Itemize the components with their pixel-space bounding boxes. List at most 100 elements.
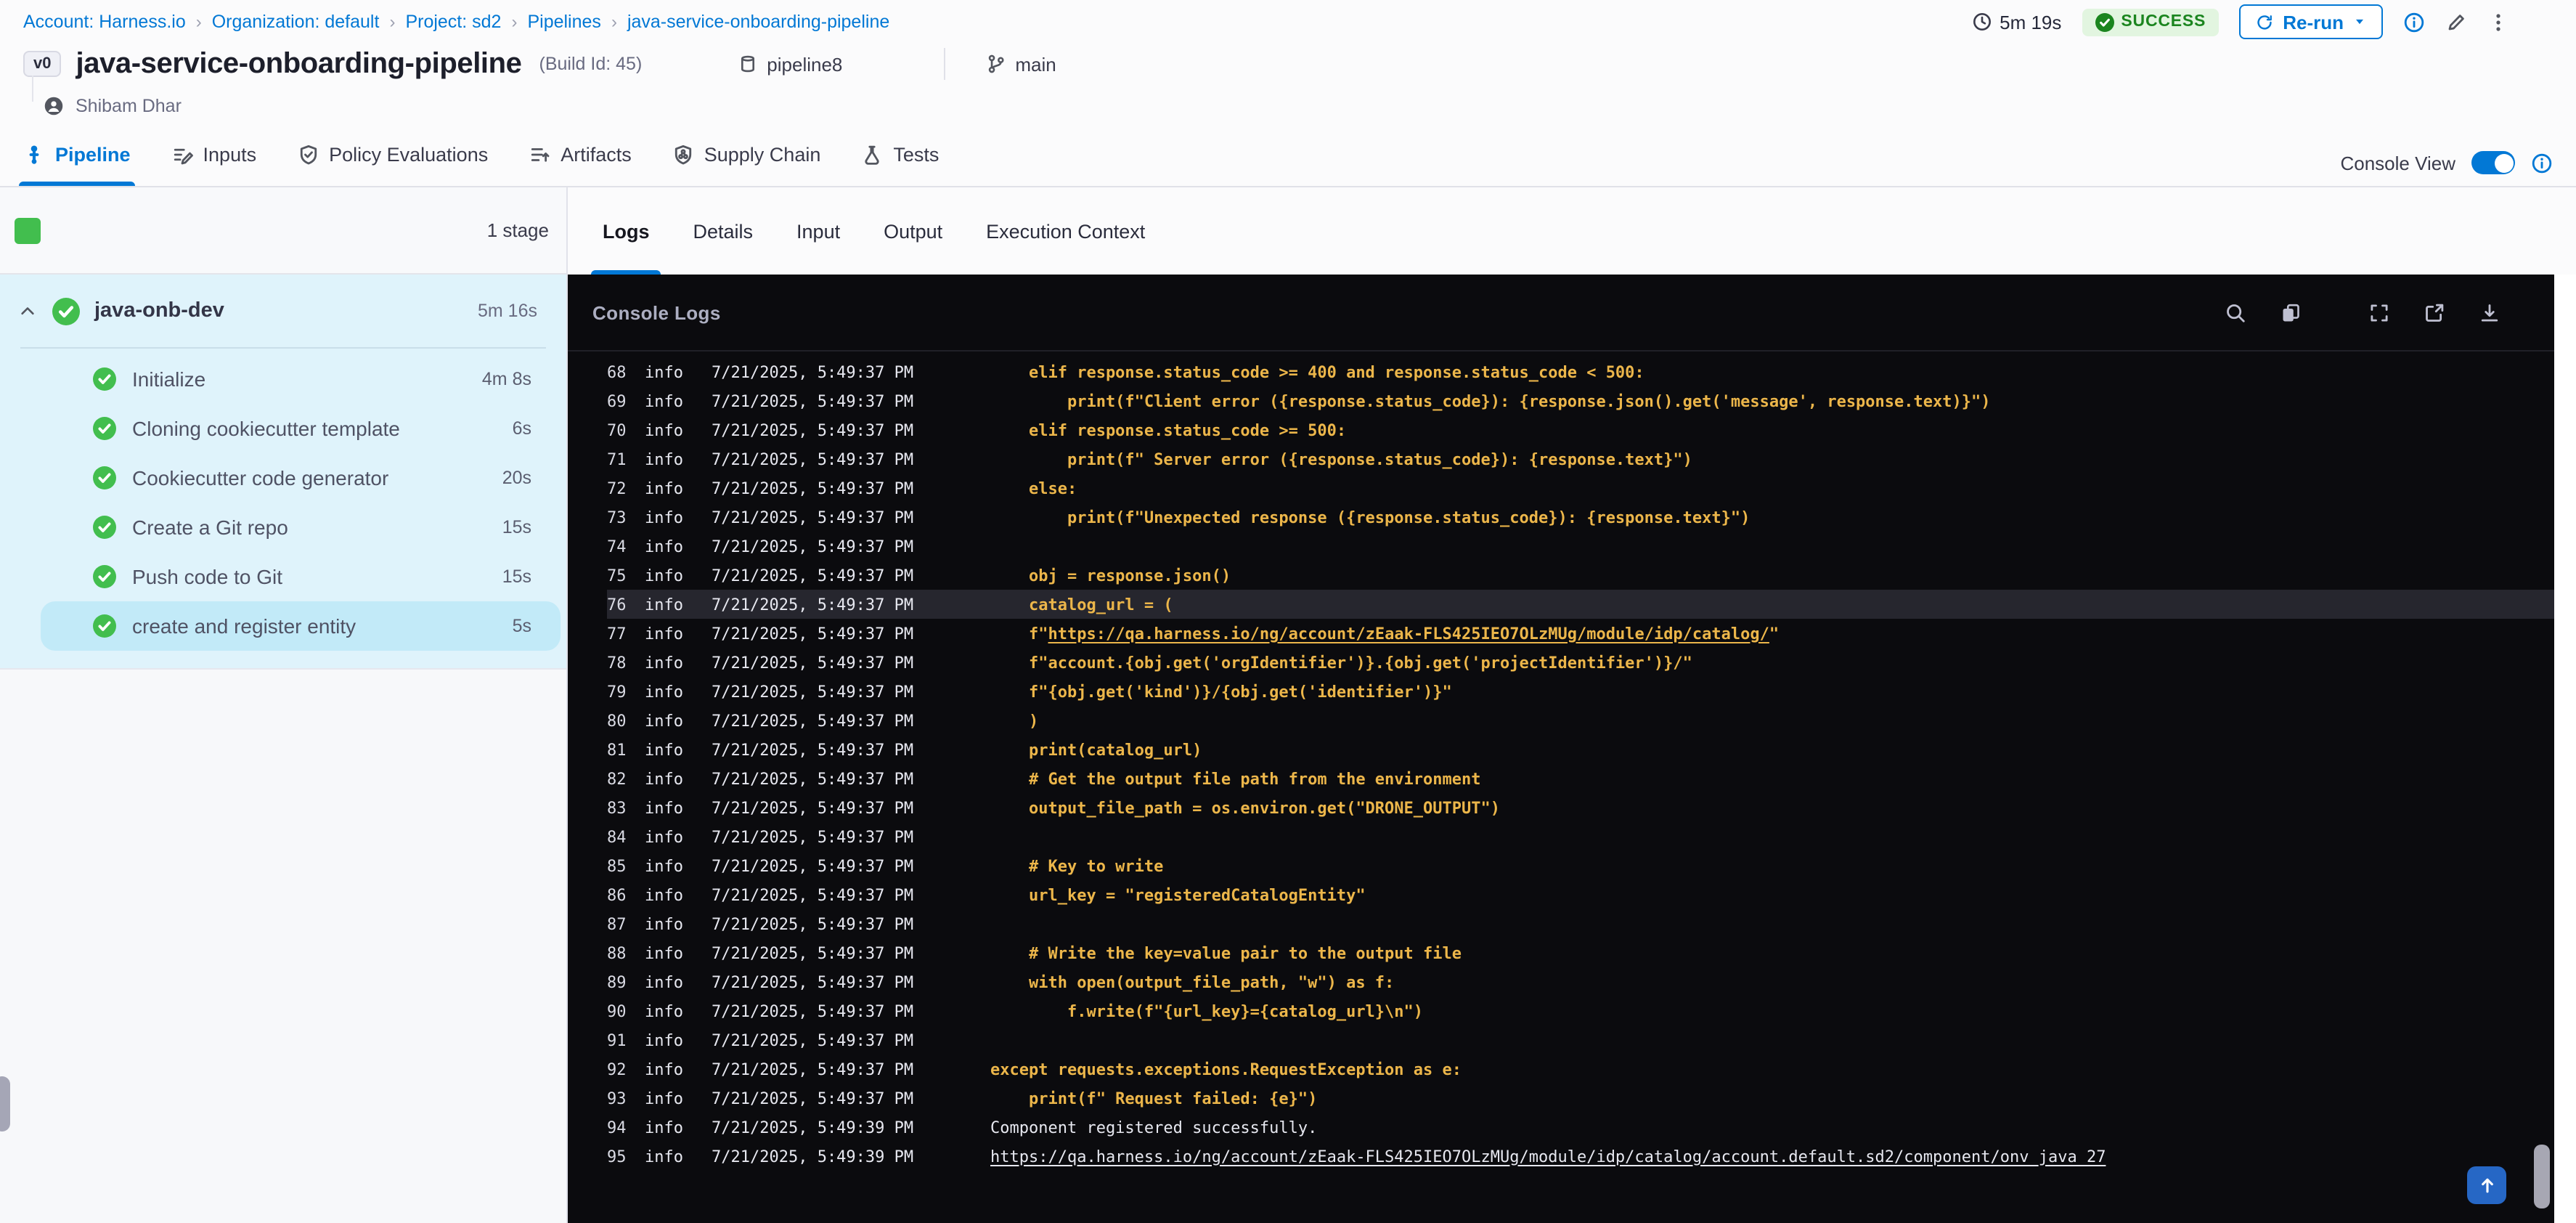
log-message: print(f" Request failed: {e}") xyxy=(990,1089,1317,1108)
log-level: info xyxy=(645,972,683,991)
breadcrumb-item[interactable]: Account: Harness.io xyxy=(23,12,186,32)
console-view-toggle[interactable] xyxy=(2471,151,2515,174)
breadcrumb-item[interactable]: java-service-onboarding-pipeline xyxy=(627,12,889,32)
step-row-cookiecutter-code-generator[interactable]: Cookiecutter code generator 20s xyxy=(41,453,561,503)
scroll-to-top-button[interactable] xyxy=(2467,1166,2506,1204)
detail-tab-execution-context[interactable]: Execution Context xyxy=(983,187,1148,275)
tab-supply-chain[interactable]: Supply Chain xyxy=(672,137,821,186)
log-level: info xyxy=(645,798,683,817)
tab-tests[interactable]: Tests xyxy=(861,137,939,186)
log-text: obj = response.json() xyxy=(990,566,1231,585)
main-tabs: Pipeline Inputs Policy Evaluations Artifact… xyxy=(19,137,939,186)
branch-name: main xyxy=(1015,53,1056,75)
version-badge: v0 xyxy=(23,51,62,77)
stage-row-java-onb-dev[interactable]: java-onb-dev 5m 16s xyxy=(0,275,566,347)
step-row-push-code-to-git[interactable]: Push code to Git 15s xyxy=(41,552,561,601)
open-new-icon[interactable] xyxy=(2424,301,2445,323)
search-icon[interactable] xyxy=(2225,301,2246,323)
step-label: create and register entity xyxy=(132,614,356,638)
log-level: info xyxy=(645,943,683,962)
tab-label: Supply Chain xyxy=(704,144,821,166)
log-level: info xyxy=(645,595,683,614)
detail-tab-input[interactable]: Input xyxy=(794,187,843,275)
tab-inputs[interactable]: Inputs xyxy=(171,137,256,186)
info-icon[interactable] xyxy=(2403,11,2425,33)
log-timestamp: 7/21/2025, 5:49:39 PM xyxy=(712,1118,914,1137)
more-options-icon[interactable] xyxy=(2487,11,2509,33)
step-row-create-a-git-repo[interactable]: Create a Git repo 15s xyxy=(41,503,561,552)
log-timestamp: 7/21/2025, 5:49:37 PM xyxy=(712,362,914,381)
step-duration: 6s xyxy=(512,418,531,439)
download-icon[interactable] xyxy=(2479,301,2500,323)
log-level: info xyxy=(645,508,683,527)
status-label: SUCCESS xyxy=(2121,13,2206,31)
log-line-90: 90 info 7/21/2025, 5:49:37 PM f.write(f"{u… xyxy=(607,996,2576,1025)
inputs-icon xyxy=(171,144,193,166)
log-level: info xyxy=(645,653,683,672)
log-line-number: 74 xyxy=(607,537,627,556)
log-line-number: 86 xyxy=(607,885,627,904)
log-timestamp: 7/21/2025, 5:49:37 PM xyxy=(712,537,914,556)
log-line-number: 94 xyxy=(607,1118,627,1137)
repo-chip[interactable]: pipeline8 xyxy=(738,53,842,75)
log-message: # Write the key=value pair to the output… xyxy=(990,943,1462,962)
log-message: elif response.status_code >= 500: xyxy=(990,420,1346,439)
log-line-number: 69 xyxy=(607,391,627,410)
log-timestamp: 7/21/2025, 5:49:37 PM xyxy=(712,972,914,991)
edit-icon[interactable] xyxy=(2445,11,2467,33)
log-text: print(f" Server error ({response.status_… xyxy=(990,450,1692,468)
console-scrollbar-thumb[interactable] xyxy=(2534,1145,2550,1208)
divider xyxy=(944,48,946,80)
step-row-initialize[interactable]: Initialize 4m 8s xyxy=(41,354,561,404)
log-output: 68 info 7/21/2025, 5:49:37 PM elif respons… xyxy=(568,352,2576,1171)
breadcrumb-item[interactable]: Organization: default xyxy=(212,12,380,32)
rerun-refresh-icon xyxy=(2255,12,2274,31)
log-level: info xyxy=(645,1147,683,1166)
branch-chip[interactable]: main xyxy=(986,53,1056,75)
log-timestamp: 7/21/2025, 5:49:39 PM xyxy=(712,1147,914,1166)
tab-pipeline[interactable]: Pipeline xyxy=(19,137,135,186)
log-line-number: 68 xyxy=(607,362,627,381)
log-line-94: 94 info 7/21/2025, 5:49:39 PM Component reg… xyxy=(607,1113,2576,1142)
log-text: with open(output_file_path, "w") as f: xyxy=(990,972,1395,991)
log-url-link[interactable]: https://qa.harness.io/ng/account/zEaak-F… xyxy=(990,1147,2106,1166)
detail-tab-logs[interactable]: Logs xyxy=(590,187,662,275)
breadcrumb-separator-icon: › xyxy=(611,12,617,32)
copy-icon[interactable] xyxy=(2280,301,2302,323)
console-view-info-icon[interactable] xyxy=(2531,152,2553,174)
tab-label: Policy Evaluations xyxy=(329,144,489,166)
console-toolbar xyxy=(2225,301,2500,323)
log-line-80: 80 info 7/21/2025, 5:49:37 PM ) xyxy=(607,706,2576,735)
log-line-86: 86 info 7/21/2025, 5:49:37 PM url_key = "r… xyxy=(607,880,2576,909)
step-row-create-and-register-entity[interactable]: create and register entity 5s xyxy=(41,601,561,651)
breadcrumb-item[interactable]: Project: sd2 xyxy=(405,12,501,32)
log-line-number: 71 xyxy=(607,450,627,468)
header-actions: 5m 19s SUCCESS Re-run xyxy=(1972,4,2553,39)
detail-tab-details[interactable]: Details xyxy=(690,187,757,275)
log-url-link[interactable]: https://qa.harness.io/ng/account/zEaak-F… xyxy=(1048,624,1769,643)
collapse-chevron-up-icon[interactable] xyxy=(17,301,38,321)
log-line-number: 88 xyxy=(607,943,627,962)
log-timestamp: 7/21/2025, 5:49:37 PM xyxy=(712,885,914,904)
stage-panel: java-onb-dev 5m 16s Initialize 4m 8s Cloni… xyxy=(0,275,566,670)
log-timestamp: 7/21/2025, 5:49:37 PM xyxy=(712,479,914,497)
log-level: info xyxy=(645,420,683,439)
step-duration: 5s xyxy=(512,616,531,636)
log-level: info xyxy=(645,711,683,730)
step-success-icon xyxy=(93,367,116,391)
step-row-cloning-cookiecutter-template[interactable]: Cloning cookiecutter template 6s xyxy=(41,404,561,453)
page-scrollbar-track[interactable] xyxy=(2554,275,2576,1223)
log-level: info xyxy=(645,624,683,643)
log-line-78: 78 info 7/21/2025, 5:49:37 PM f"account.{o… xyxy=(607,648,2576,677)
rerun-label: Re-run xyxy=(2283,11,2344,33)
log-line-number: 91 xyxy=(607,1031,627,1049)
fullscreen-icon[interactable] xyxy=(2368,301,2390,323)
tab-policy-evaluations[interactable]: Policy Evaluations xyxy=(297,137,488,186)
breadcrumb-item[interactable]: Pipelines xyxy=(527,12,600,32)
log-text: catalog_url = ( xyxy=(990,595,1173,614)
detail-tab-output[interactable]: Output xyxy=(881,187,945,275)
sidebar-resize-handle[interactable] xyxy=(0,1076,10,1131)
tab-artifacts[interactable]: Artifacts xyxy=(529,137,632,186)
rerun-button[interactable]: Re-run xyxy=(2239,4,2383,39)
log-level: info xyxy=(645,1089,683,1108)
